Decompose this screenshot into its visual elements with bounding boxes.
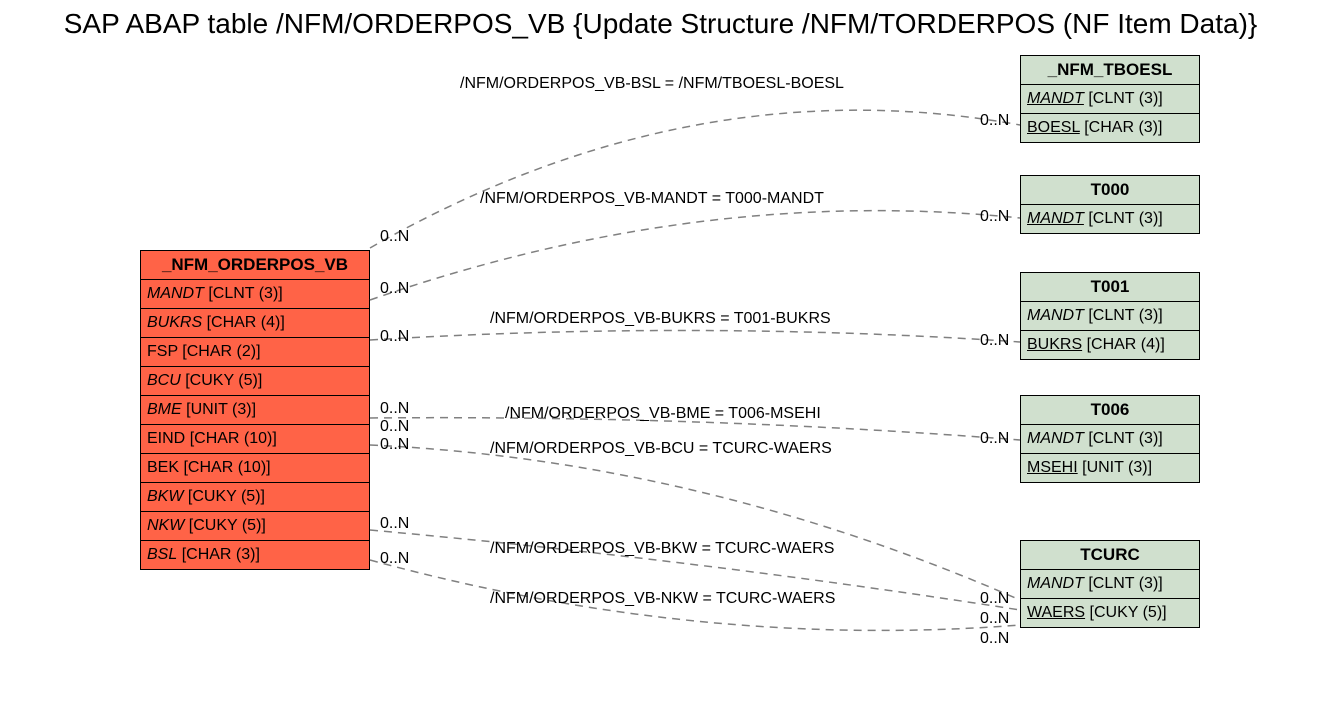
entity-header: TCURC [1021,541,1199,569]
entity-t006: T006 MANDT [CLNT (3)] MSEHI [UNIT (3)] [1020,395,1200,483]
cardinality-label: 0..N [380,515,409,533]
cardinality-label: 0..N [380,418,409,436]
cardinality-label: 0..N [380,550,409,568]
field-row: BOESL [CHAR (3)] [1021,113,1199,142]
field-row: EIND [CHAR (10)] [141,424,369,453]
entity-header: _NFM_TBOESL [1021,56,1199,84]
field-row: BUKRS [CHAR (4)] [141,308,369,337]
relationship-label: /NFM/ORDERPOS_VB-BUKRS = T001-BUKRS [490,310,831,328]
relationship-label: /NFM/ORDERPOS_VB-NKW = TCURC-WAERS [490,590,835,608]
cardinality-label: 0..N [980,610,1009,628]
cardinality-label: 0..N [380,328,409,346]
field-row: MANDT [CLNT (3)] [1021,204,1199,233]
entity-tcurc: TCURC MANDT [CLNT (3)] WAERS [CUKY (5)] [1020,540,1200,628]
field-row: MANDT [CLNT (3)] [1021,424,1199,453]
entity-t001: T001 MANDT [CLNT (3)] BUKRS [CHAR (4)] [1020,272,1200,360]
field-row: BUKRS [CHAR (4)] [1021,330,1199,359]
cardinality-label: 0..N [380,228,409,246]
field-row: MANDT [CLNT (3)] [1021,84,1199,113]
entity-main: _NFM_ORDERPOS_VB MANDT [CLNT (3)] BUKRS … [140,250,370,570]
field-row: BEK [CHAR (10)] [141,453,369,482]
field-row: FSP [CHAR (2)] [141,337,369,366]
field-row: BKW [CUKY (5)] [141,482,369,511]
cardinality-label: 0..N [980,208,1009,226]
field-row: MSEHI [UNIT (3)] [1021,453,1199,482]
field-row: MANDT [CLNT (3)] [1021,301,1199,330]
field-row: MANDT [CLNT (3)] [1021,569,1199,598]
field-row: MANDT [CLNT (3)] [141,279,369,308]
cardinality-label: 0..N [380,400,409,418]
entity-main-header: _NFM_ORDERPOS_VB [141,251,369,279]
field-row: BME [UNIT (3)] [141,395,369,424]
relationship-label: /NFM/ORDERPOS_VB-BSL = /NFM/TBOESL-BOESL [460,75,844,93]
field-row: BCU [CUKY (5)] [141,366,369,395]
field-row: BSL [CHAR (3)] [141,540,369,569]
relationship-label: /NFM/ORDERPOS_VB-MANDT = T000-MANDT [480,190,824,208]
relationship-label: /NFM/ORDERPOS_VB-BKW = TCURC-WAERS [490,540,834,558]
entity-header: T001 [1021,273,1199,301]
cardinality-label: 0..N [980,590,1009,608]
entity-header: T000 [1021,176,1199,204]
entity-t000: T000 MANDT [CLNT (3)] [1020,175,1200,234]
relationship-label: /NFM/ORDERPOS_VB-BME = T006-MSEHI [505,405,821,423]
field-row: WAERS [CUKY (5)] [1021,598,1199,627]
cardinality-label: 0..N [380,436,409,454]
cardinality-label: 0..N [980,112,1009,130]
cardinality-label: 0..N [980,630,1009,648]
cardinality-label: 0..N [980,332,1009,350]
relationship-label: /NFM/ORDERPOS_VB-BCU = TCURC-WAERS [490,440,832,458]
entity-header: T006 [1021,396,1199,424]
cardinality-label: 0..N [380,280,409,298]
page-title: SAP ABAP table /NFM/ORDERPOS_VB {Update … [0,8,1321,40]
field-row: NKW [CUKY (5)] [141,511,369,540]
cardinality-label: 0..N [980,430,1009,448]
entity-tboesl: _NFM_TBOESL MANDT [CLNT (3)] BOESL [CHAR… [1020,55,1200,143]
